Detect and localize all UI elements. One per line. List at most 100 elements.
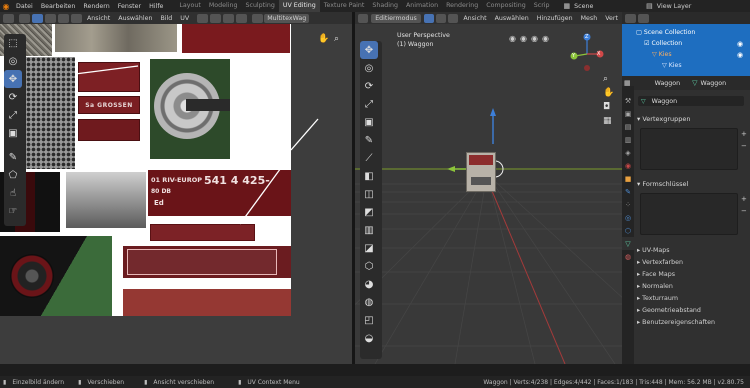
pivot-icon[interactable]	[197, 13, 209, 23]
snap-icon[interactable]	[210, 13, 222, 23]
outliner-row-collection[interactable]: ☑ Collection	[644, 40, 682, 47]
vg-remove-icon[interactable]: −	[741, 142, 747, 150]
outliner-filter-icon[interactable]	[638, 13, 649, 23]
viewport-menu-select[interactable]: Auswählen	[491, 15, 533, 22]
outliner-type-icon[interactable]	[625, 13, 636, 23]
physics-tab-icon[interactable]: ◎	[622, 211, 634, 224]
sk-remove-icon[interactable]: −	[741, 207, 747, 215]
particles-tab-icon[interactable]: ⁘	[622, 198, 634, 211]
tab-layout[interactable]: Layout	[175, 0, 204, 12]
vp-smooth-tool-icon[interactable]: ◍	[360, 293, 378, 311]
vg-add-icon[interactable]: +	[741, 130, 747, 138]
select-box-tool-icon[interactable]: ⬚	[4, 34, 22, 52]
sticky-select-icon[interactable]	[236, 13, 248, 23]
transform-tool-icon[interactable]: ▣	[4, 124, 22, 142]
image-name-field[interactable]: MultitexWag	[264, 13, 310, 23]
vp-knife-tool-icon[interactable]: ◪	[360, 239, 378, 257]
shape-keys-list[interactable]	[640, 193, 738, 235]
render-tab-icon[interactable]: ▣	[622, 107, 634, 120]
view-layer-tab-icon[interactable]: ▥	[622, 133, 634, 146]
world-tab-icon[interactable]: ◉	[622, 159, 634, 172]
vp-camera-icon[interactable]: ◘	[603, 102, 610, 112]
menu-render[interactable]: Rendern	[79, 3, 113, 10]
pinch-tool-icon[interactable]: ☝	[4, 184, 22, 202]
vp-transform-tool-icon[interactable]: ▣	[360, 113, 378, 131]
rotate-tool-icon[interactable]: ⟳	[4, 88, 22, 106]
tab-animation[interactable]: Animation	[402, 0, 442, 12]
proportional-icon[interactable]	[223, 13, 235, 23]
tab-sculpting[interactable]: Sculpting	[241, 0, 278, 12]
vp-inset-tool-icon[interactable]: ◫	[360, 185, 378, 203]
outliner-camera-icon[interactable]: ◉	[737, 51, 743, 59]
menu-edit[interactable]: Bearbeiten	[37, 3, 80, 10]
uv-zoom-icon[interactable]: ⌕	[334, 34, 347, 47]
editor-type-icon[interactable]	[3, 13, 14, 23]
waggon-mesh[interactable]	[466, 152, 496, 192]
vp-polybuild-tool-icon[interactable]: ⬡	[360, 257, 378, 275]
object-name-right[interactable]: Waggon	[701, 80, 727, 87]
uv-maps-panel[interactable]: ▸ UV-Maps	[637, 247, 670, 254]
object-tab-icon[interactable]: ■	[622, 172, 634, 185]
viewport-menu-view[interactable]: Ansicht	[459, 15, 490, 22]
visibility-icon[interactable]: ◉	[509, 34, 516, 43]
gizmo-toggle-icon[interactable]: ◉	[520, 34, 527, 43]
tab-rendering[interactable]: Rendering	[442, 0, 482, 12]
vp-annotate-tool-icon[interactable]: ✎	[360, 131, 378, 149]
mode-selector[interactable]: Editiermodus	[371, 13, 421, 23]
data-tab-icon[interactable]: ▽	[622, 237, 634, 250]
tab-modeling[interactable]: Modeling	[205, 0, 242, 12]
collection-checkbox-icon[interactable]: ☑	[644, 40, 650, 47]
viewport-menu-add[interactable]: Hinzufügen	[533, 15, 577, 22]
uv-menu-view[interactable]: Ansicht	[83, 15, 114, 22]
3d-viewport[interactable]: User Perspective (1) Waggon ✥ ◎ ⟳ ⤢ ▣ ✎ …	[355, 24, 622, 364]
vp-ortho-icon[interactable]: ▦	[603, 116, 612, 126]
xray-icon[interactable]: ◉	[542, 34, 549, 43]
uv-sync-icon[interactable]	[19, 13, 30, 23]
vp-zoom-icon[interactable]: ⌕	[603, 74, 608, 84]
vp-edge-slide-tool-icon[interactable]: ◰	[360, 311, 378, 329]
constraint-tab-icon[interactable]: ⬡	[622, 224, 634, 237]
vp-rotate-tool-icon[interactable]: ⟳	[360, 77, 378, 95]
vp-scale-tool-icon[interactable]: ⤢	[360, 95, 378, 113]
uv-menu-image[interactable]: Bild	[156, 15, 176, 22]
edge-mode-icon[interactable]	[435, 13, 447, 23]
uv-pan-icon[interactable]: ✋	[318, 34, 331, 47]
vertex-colors-panel[interactable]: ▸ Vertexfarben	[637, 259, 683, 266]
geometry-distance-panel[interactable]: ▸ Geometrieabstand	[637, 307, 701, 314]
scene-selector[interactable]: Scene	[570, 3, 636, 10]
vp-bevel-tool-icon[interactable]: ◩	[360, 203, 378, 221]
mesh-name-field[interactable]: ▽ Waggon	[638, 96, 744, 106]
tab-shading[interactable]: Shading	[368, 0, 402, 12]
shape-keys-header[interactable]: ▾ Formschlüssel	[637, 180, 688, 188]
vertex-groups-header[interactable]: ▾ Vertexgruppen	[637, 115, 691, 123]
uv-menu-select[interactable]: Auswählen	[114, 15, 156, 22]
edge-select-icon[interactable]	[45, 13, 56, 23]
tool-tab-icon[interactable]: ⚒	[622, 94, 634, 107]
vp-shrink-tool-icon[interactable]: ◒	[360, 329, 378, 347]
island-select-icon[interactable]	[71, 13, 82, 23]
viewport-menu-mesh[interactable]: Mesh	[577, 15, 602, 22]
tab-compositing[interactable]: Compositing	[482, 0, 529, 12]
grab-tool-icon[interactable]: ⬠	[4, 166, 22, 184]
tab-scripting[interactable]: Scrip	[530, 0, 554, 12]
outliner-visibility-icon[interactable]: ◉	[737, 40, 743, 48]
scale-tool-icon[interactable]: ⤢	[4, 106, 22, 124]
sk-add-icon[interactable]: +	[741, 195, 747, 203]
outliner-row-kies-mesh[interactable]: ▽ Kies	[662, 62, 682, 69]
cursor-tool-icon[interactable]: ◎	[4, 52, 22, 70]
menu-file[interactable]: Datei	[12, 3, 37, 10]
custom-properties-panel[interactable]: ▸ Benutzereigenschaften	[637, 319, 715, 326]
object-name-left[interactable]: Waggon	[655, 80, 681, 87]
face-mode-icon[interactable]	[448, 13, 459, 23]
vp-move-tool-icon[interactable]: ✥	[360, 41, 378, 59]
vertex-mode-icon[interactable]	[423, 13, 434, 23]
vp-extrude-tool-icon[interactable]: ◧	[360, 167, 378, 185]
blender-logo-icon[interactable]: ◉	[0, 0, 12, 12]
vp-loopcut-tool-icon[interactable]: ▥	[360, 221, 378, 239]
view-layer-selector[interactable]: View Layer	[653, 3, 696, 10]
move-tool-icon[interactable]: ✥	[4, 70, 22, 88]
viewport-editor-type-icon[interactable]	[358, 13, 369, 23]
vertex-groups-list[interactable]	[640, 128, 738, 170]
modifier-tab-icon[interactable]: ✎	[622, 185, 634, 198]
overlay-toggle-icon[interactable]: ◉	[531, 34, 538, 43]
